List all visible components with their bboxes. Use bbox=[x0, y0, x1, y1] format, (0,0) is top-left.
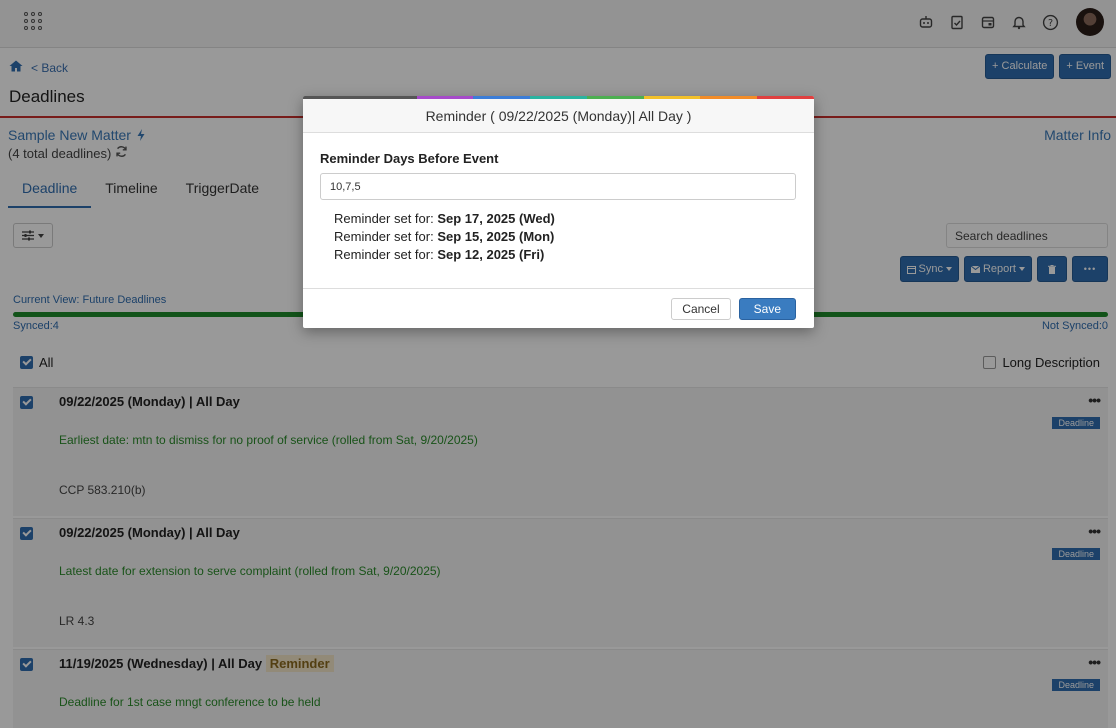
color-strip-segment bbox=[416, 96, 474, 99]
color-strip-segment bbox=[530, 96, 587, 99]
reminder-days-input[interactable] bbox=[320, 173, 796, 200]
save-button[interactable]: Save bbox=[738, 297, 796, 320]
color-strip-segment bbox=[473, 96, 531, 99]
reminder-preview-line: Reminder set for: Sep 12, 2025 (Fri) bbox=[334, 247, 545, 262]
reminder-preview-list: Reminder set for: Sep 17, 2025 (Wed) Rem… bbox=[320, 210, 797, 264]
color-strip-segment bbox=[643, 96, 701, 99]
dialog-footer: Cancel Save bbox=[303, 288, 814, 328]
reminder-preview-line: Reminder set for: Sep 15, 2025 (Mon) bbox=[334, 229, 555, 244]
reminder-preview-line: Reminder set for: Sep 17, 2025 (Wed) bbox=[334, 211, 555, 226]
color-strip-segment bbox=[586, 96, 644, 99]
color-strip-segment bbox=[757, 96, 814, 99]
dialog-color-strip bbox=[303, 96, 814, 99]
color-strip-segment bbox=[359, 96, 417, 99]
color-strip-segment bbox=[700, 96, 758, 99]
reminder-dialog: Reminder ( 09/22/2025 (Monday)| All Day … bbox=[303, 96, 814, 328]
cancel-button[interactable]: Cancel bbox=[671, 297, 731, 320]
reminder-days-label: Reminder Days Before Event bbox=[320, 151, 499, 166]
color-strip-segment bbox=[303, 96, 360, 99]
dialog-title: Reminder ( 09/22/2025 (Monday)| All Day … bbox=[303, 99, 814, 133]
